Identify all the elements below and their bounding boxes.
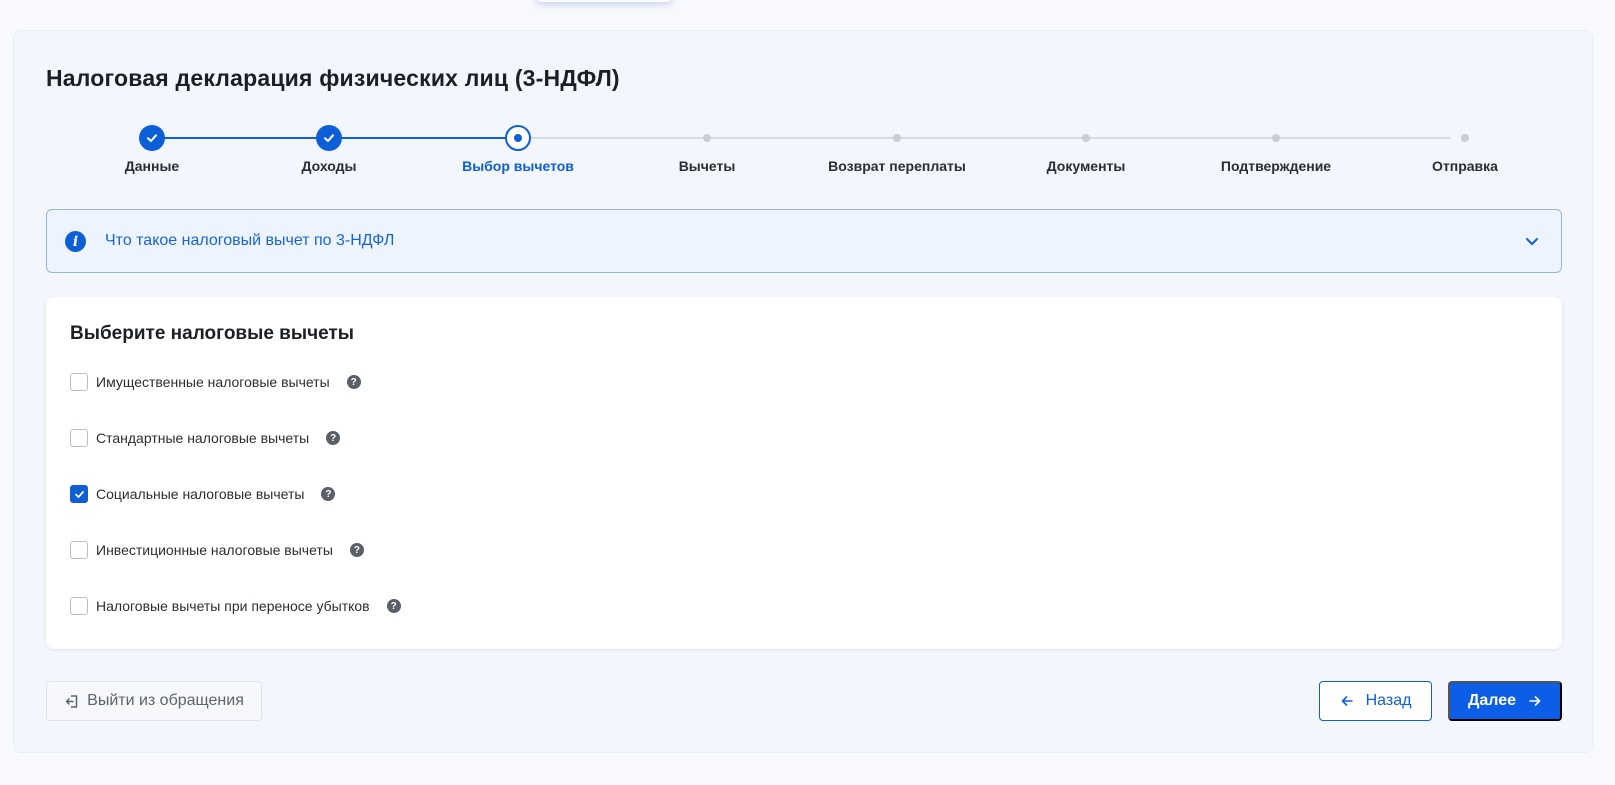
step-label: Доходы [301, 158, 357, 174]
deduction-option-label: Социальные налоговые вычеты [96, 486, 305, 502]
checkbox[interactable] [70, 485, 88, 503]
deduction-option-investment[interactable]: Инвестиционные налоговые вычеты ? [70, 540, 364, 560]
step-confirmation: Подтверждение [1176, 0, 1376, 185]
help-icon[interactable]: ? [346, 375, 361, 389]
step-label: Отправка [1432, 158, 1498, 174]
check-icon [139, 125, 165, 151]
step-label: Возврат переплаты [828, 158, 966, 174]
exit-icon [65, 694, 78, 708]
help-icon[interactable]: ? [326, 431, 341, 445]
deductions-card: Выберите налоговые вычеты Имущественные … [46, 297, 1562, 649]
step-data[interactable]: Данные [52, 0, 252, 185]
info-icon: i [65, 231, 86, 252]
deduction-option-property[interactable]: Имущественные налоговые вычеты ? [70, 372, 361, 392]
step-label: Вычеты [678, 158, 736, 174]
help-icon[interactable]: ? [349, 543, 364, 557]
step-choose-deductions[interactable]: Выбор вычетов [418, 0, 618, 185]
checkbox[interactable] [70, 597, 88, 615]
pending-dot-icon [703, 134, 711, 142]
next-button[interactable]: Далее [1448, 681, 1562, 721]
deduction-option-label: Налоговые вычеты при переносе убытков [96, 598, 370, 614]
deductions-title: Выберите налоговые вычеты [70, 323, 354, 344]
deduction-option-label: Инвестиционные налоговые вычеты [96, 542, 333, 558]
deduction-option-loss-carryforward[interactable]: Налоговые вычеты при переносе убытков ? [70, 596, 401, 616]
current-step-icon [505, 125, 531, 151]
deduction-option-label: Стандартные налоговые вычеты [96, 430, 310, 446]
next-label: Далее [1467, 692, 1517, 709]
arrow-left-icon [1341, 696, 1353, 706]
pending-dot-icon [1082, 134, 1090, 142]
help-icon[interactable]: ? [386, 599, 401, 613]
pending-dot-icon [1461, 134, 1469, 142]
checkbox[interactable] [70, 373, 88, 391]
check-icon [316, 125, 342, 151]
deduction-option-label: Имущественные налоговые вычеты [96, 374, 330, 390]
check-icon [74, 490, 84, 498]
step-documents: Документы [986, 0, 1186, 185]
progress-stepper: Данные Доходы Выбор вычетов Вычеты Возвр… [0, 0, 1615, 185]
help-icon[interactable]: ? [321, 487, 336, 501]
pending-dot-icon [893, 134, 901, 142]
info-accordion[interactable]: i Что такое налоговый вычет по 3-НДФЛ [46, 209, 1562, 273]
step-label: Документы [1046, 158, 1126, 174]
back-label: Назад [1365, 692, 1412, 709]
exit-request-label: Выйти из обращения [87, 692, 244, 709]
step-deductions: Вычеты [607, 0, 807, 185]
step-label: Подтверждение [1220, 158, 1332, 174]
deduction-option-social[interactable]: Социальные налоговые вычеты ? [70, 484, 336, 504]
pending-dot-icon [1272, 134, 1280, 142]
exit-request-button[interactable]: Выйти из обращения [46, 681, 262, 721]
arrow-right-icon [1529, 696, 1541, 706]
checkbox[interactable] [70, 541, 88, 559]
checkbox[interactable] [70, 429, 88, 447]
step-label: Данные [124, 158, 180, 174]
step-refund: Возврат переплаты [797, 0, 997, 185]
back-button[interactable]: Назад [1319, 681, 1432, 721]
chevron-down-icon[interactable] [1523, 232, 1541, 250]
info-accordion-title: Что такое налоговый вычет по 3-НДФЛ [105, 232, 395, 249]
step-income[interactable]: Доходы [229, 0, 429, 185]
deduction-option-standard[interactable]: Стандартные налоговые вычеты ? [70, 428, 341, 448]
step-label: Выбор вычетов [462, 158, 574, 174]
step-submit: Отправка [1365, 0, 1565, 185]
